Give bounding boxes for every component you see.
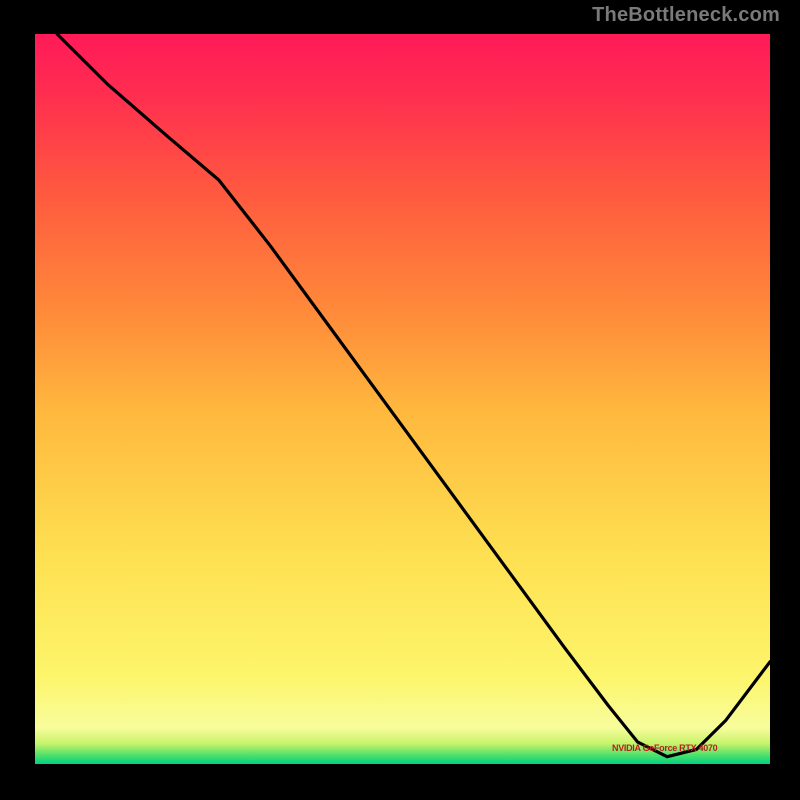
- chart-stage: TheBottleneck.com NVIDIA GeForce RTX 407…: [0, 0, 800, 800]
- gpu-min-label: NVIDIA GeForce RTX 4070: [612, 743, 717, 753]
- plot-area: NVIDIA GeForce RTX 4070: [35, 34, 770, 764]
- curve-svg: [35, 34, 770, 764]
- bottleneck-curve: [57, 34, 770, 757]
- watermark-text: TheBottleneck.com: [592, 4, 780, 27]
